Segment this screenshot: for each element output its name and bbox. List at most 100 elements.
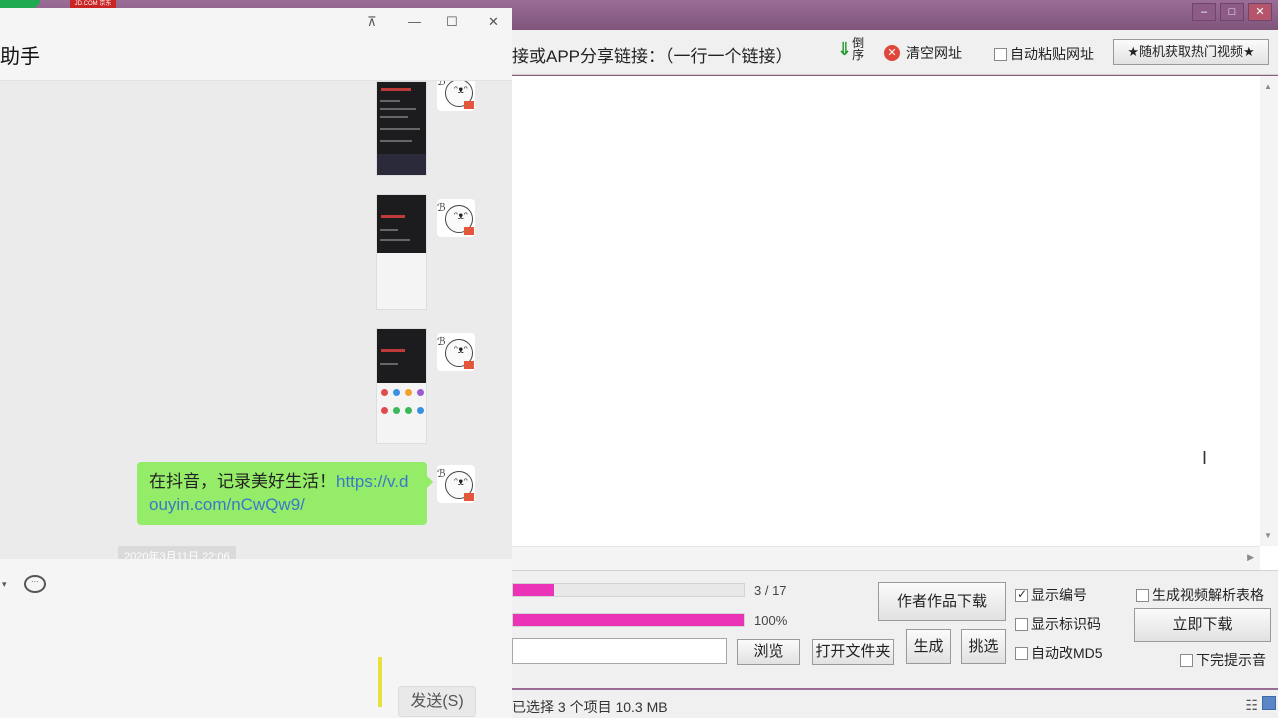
save-path-input[interactable]: [512, 638, 727, 664]
random-hot-video-button[interactable]: ★随机获取热门视频★: [1113, 39, 1269, 65]
avatar-detail: [464, 101, 474, 109]
clear-icon: ✕: [884, 45, 900, 61]
avatar[interactable]: ℬᵔᴥᵔ: [437, 465, 475, 503]
wechat-window: 助手 ⊼ — ☐ ✕ ℬᵔᴥᵔ ℬᵔᴥᵔ ℬ ᵔᴥᵔ 在抖音，记录美好生活！ht…: [0, 8, 512, 718]
avatar[interactable]: ℬᵔᴥᵔ: [437, 81, 475, 111]
gen-table-label: 生成视频解析表格: [1152, 587, 1264, 603]
horizontal-scrollbar[interactable]: ▶: [512, 546, 1260, 570]
chat-input-area[interactable]: ▾ ··· 发送(S): [0, 559, 512, 718]
auto-md5-checkbox[interactable]: 自动改MD5: [1015, 643, 1103, 663]
avatar[interactable]: ℬᵔᴥᵔ: [437, 333, 475, 371]
checkbox-icon: [994, 47, 1007, 61]
thumb-detail: [380, 363, 398, 365]
scroll-down-icon[interactable]: ▼: [1264, 531, 1272, 540]
minimize-icon[interactable]: –: [1192, 3, 1216, 21]
reverse-order-button[interactable]: ⇓ 倒序: [837, 37, 866, 61]
list-view-icon[interactable]: ☷: [1245, 697, 1258, 714]
thumb-detail: [377, 253, 426, 309]
avatar-detail: ᵔᴥᵔ: [454, 477, 468, 488]
thumb-detail: [381, 349, 405, 352]
thumb-detail: [381, 88, 411, 91]
download-panel: 3 / 17 100% 浏览 打开文件夹 作者作品下载 生成 挑选 显示编号 显…: [512, 570, 1278, 688]
checkbox-icon: [1136, 588, 1149, 602]
author-works-download-button[interactable]: 作者作品下载: [878, 582, 1006, 621]
percent-text: 100%: [754, 613, 788, 628]
avatar-detail: [464, 493, 474, 501]
pin-icon[interactable]: ⊼: [367, 14, 377, 30]
item-count-text: 3 / 17: [754, 583, 787, 598]
app-tab-icon[interactable]: [0, 0, 40, 8]
detail-view-icon[interactable]: [1262, 696, 1276, 710]
show-id-code-checkbox[interactable]: 显示标识码: [1015, 614, 1101, 634]
auto-paste-checkbox[interactable]: 自动粘贴网址: [994, 44, 1094, 64]
thumb-detail: [380, 100, 400, 102]
avatar[interactable]: ℬᵔᴥᵔ: [437, 199, 475, 237]
url-textarea[interactable]: ▲ ▼ ▶ I: [512, 76, 1278, 570]
message-text: 在抖音，记录美好生活！: [149, 472, 336, 491]
reverse-order-label: 倒序: [852, 36, 865, 62]
auto-md5-label: 自动改MD5: [1031, 645, 1103, 661]
image-message[interactable]: [376, 81, 427, 176]
send-button[interactable]: 发送(S): [398, 686, 476, 717]
clear-urls-button[interactable]: ✕ 清空网址: [884, 43, 962, 63]
text-cursor-icon: I: [1202, 448, 1208, 468]
done-sound-checkbox[interactable]: 下完提示音: [1180, 650, 1266, 670]
browse-button[interactable]: 浏览: [737, 639, 800, 665]
item-progress-bar: [512, 583, 745, 597]
link-toolbar: 接或APP分享链接：（一行一个链接） ⇓ 倒序 ✕ 清空网址 自动粘贴网址 ★随…: [512, 30, 1278, 75]
thumb-detail: [380, 239, 410, 241]
maximize-icon[interactable]: ☐: [446, 14, 458, 30]
chat-history-icon[interactable]: ···: [24, 575, 46, 593]
image-message[interactable]: [376, 328, 427, 444]
image-message[interactable]: [376, 194, 427, 310]
checkbox-icon: [1015, 617, 1028, 631]
scroll-right-icon[interactable]: ▶: [1247, 552, 1254, 563]
jd-tag[interactable]: JD.COM 京东: [70, 0, 116, 8]
thumb-detail: [405, 407, 412, 414]
avatar-detail: ᵔᴥᵔ: [454, 345, 468, 356]
avatar-detail: [464, 227, 474, 235]
checkbox-icon: [1015, 646, 1028, 660]
chevron-down-icon[interactable]: ▾: [2, 579, 7, 590]
clear-urls-label: 清空网址: [906, 45, 962, 61]
vertical-scrollbar[interactable]: ▲ ▼: [1260, 76, 1278, 546]
auto-paste-label: 自动粘贴网址: [1010, 46, 1094, 62]
thumb-detail: [381, 389, 388, 396]
item-progress-fill: [513, 584, 554, 596]
close-icon[interactable]: ✕: [1248, 3, 1272, 21]
thumb-detail: [377, 154, 426, 175]
thumb-detail: [380, 140, 412, 142]
message-timestamp: 2020年3月11日 22:06: [118, 546, 236, 559]
text-message-bubble[interactable]: 在抖音，记录美好生活！https://v.douyin.com/nCwQw9/: [137, 462, 433, 525]
gen-table-checkbox[interactable]: 生成视频解析表格: [1136, 585, 1264, 605]
thumb-detail: [380, 116, 408, 118]
chat-header: 助手 ⊼ — ☐ ✕: [0, 8, 512, 81]
close-icon[interactable]: ✕: [488, 14, 499, 30]
chat-title: 助手: [0, 46, 40, 68]
avatar-detail: ℬ: [437, 81, 446, 88]
generate-button[interactable]: 生成: [906, 629, 951, 664]
link-input-label: 接或APP分享链接：（一行一个链接）: [512, 47, 793, 66]
done-sound-label: 下完提示音: [1196, 652, 1266, 668]
avatar-detail: [464, 361, 474, 369]
show-number-checkbox[interactable]: 显示编号: [1015, 585, 1087, 605]
avatar-detail: ℬ: [437, 336, 446, 348]
open-folder-button[interactable]: 打开文件夹: [812, 639, 894, 665]
avatar-detail: ℬ: [437, 468, 446, 480]
avatar-detail: ᵔᴥᵔ: [454, 211, 468, 222]
chat-messages[interactable]: ℬᵔᴥᵔ ℬᵔᴥᵔ ℬᵔᴥᵔ 在抖音，记录美好生活！https://v.douy…: [0, 81, 512, 559]
pick-button[interactable]: 挑选: [961, 629, 1006, 664]
total-progress-fill: [513, 614, 744, 626]
explorer-status-bar: 已选择 3 个项目 10.3 MB ☷: [512, 688, 1278, 718]
ime-indicator: [378, 657, 382, 707]
thumb-detail: [380, 108, 416, 110]
minimize-icon[interactable]: —: [408, 14, 421, 29]
selection-status-text: 已选择 3 个项目 10.3 MB: [512, 699, 668, 715]
scroll-up-icon[interactable]: ▲: [1264, 82, 1272, 91]
download-now-button[interactable]: 立即下载: [1134, 608, 1271, 642]
checkbox-icon: [1180, 653, 1193, 667]
downloader-window-controls: – □ ✕: [1192, 3, 1272, 21]
maximize-icon[interactable]: □: [1220, 3, 1244, 21]
thumb-detail: [417, 407, 424, 414]
thumb-detail: [380, 229, 398, 231]
